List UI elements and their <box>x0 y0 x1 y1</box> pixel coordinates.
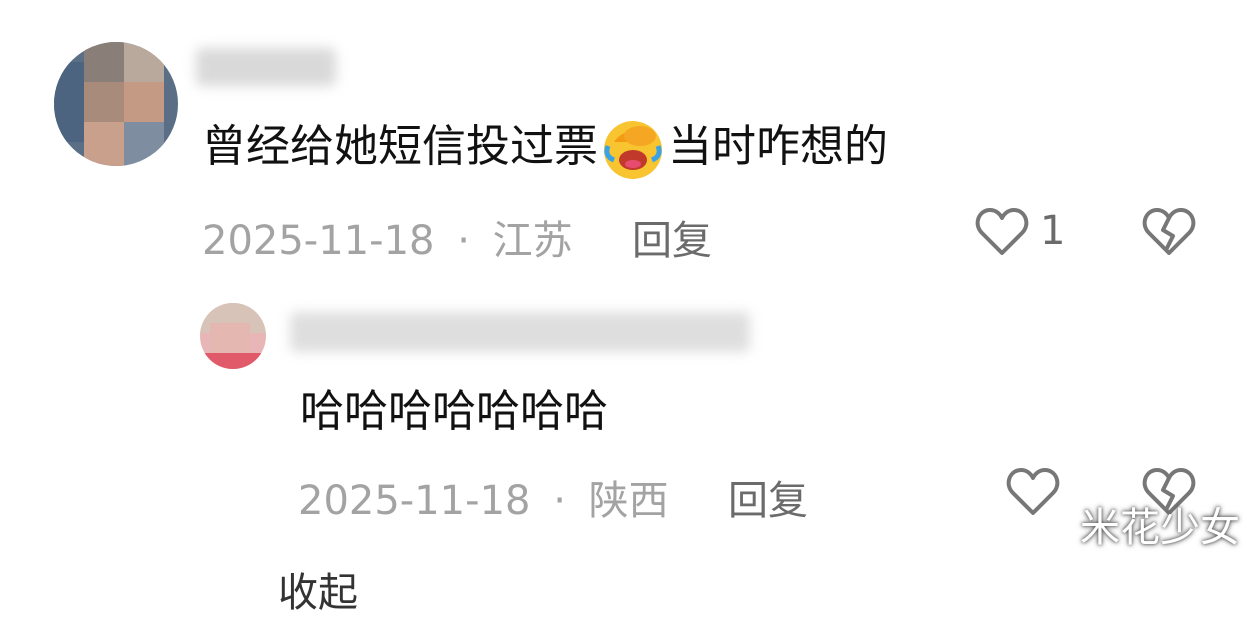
avatar[interactable] <box>54 42 178 166</box>
laughing-emoji-icon <box>600 116 666 182</box>
username-blurred[interactable] <box>196 48 336 86</box>
comment-text-part2: 当时咋想的 <box>668 121 888 172</box>
reply-meta: 2025-11-18 · 陕西 <box>298 468 669 526</box>
heart-outline-icon[interactable] <box>975 206 1029 258</box>
collapse-replies-button[interactable]: 收起 <box>278 560 358 618</box>
reply-date: 2025-11-18 <box>298 478 531 524</box>
watermark: 米花少女 <box>1080 505 1240 551</box>
reply-button[interactable]: 回复 <box>632 208 712 266</box>
comment-text: 曾经给她短信投过票 当时咋想的 <box>202 112 888 182</box>
comment-meta: 2025-11-18 · 江苏 <box>202 208 573 266</box>
like-count: 1 <box>1040 208 1066 254</box>
heart-outline-icon[interactable] <box>1006 466 1060 518</box>
broken-heart-icon[interactable] <box>1142 206 1196 258</box>
reply-avatar[interactable] <box>200 303 266 369</box>
comment-location: 江苏 <box>492 218 573 264</box>
comment-text-part1: 曾经给她短信投过票 <box>202 121 598 172</box>
reply-reply-button[interactable]: 回复 <box>728 468 808 526</box>
comment-date: 2025-11-18 <box>202 218 435 264</box>
meta-separator: · <box>553 478 566 524</box>
reply-text: 哈哈哈哈哈哈哈 <box>300 386 608 437</box>
reply-location: 陕西 <box>588 478 669 524</box>
meta-separator: · <box>457 218 470 264</box>
reply-username-blurred[interactable] <box>290 312 750 352</box>
